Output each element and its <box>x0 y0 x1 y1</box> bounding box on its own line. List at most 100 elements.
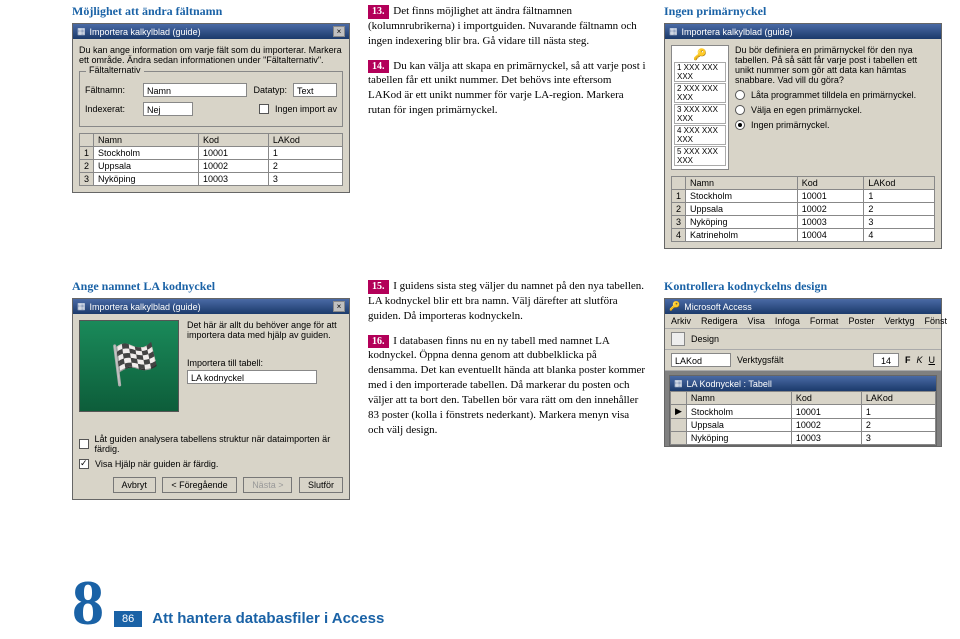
wizard-flag-image <box>79 320 179 412</box>
subwin-title: LA Kodnyckel : Tabell <box>687 379 772 389</box>
italic-icon[interactable]: K <box>916 355 922 365</box>
radio-auto-key-label: Låta programmet tilldela en primärnyckel… <box>751 90 916 100</box>
close-icon[interactable]: × <box>333 301 345 312</box>
checkbox-show-help[interactable] <box>79 459 89 469</box>
menu-verktyg[interactable]: Verktyg <box>884 316 914 326</box>
table-row: 4Katrineholm100044 <box>672 229 935 242</box>
heading-check-design: Kontrollera kodnyckelns design <box>664 279 942 294</box>
table-row[interactable]: Uppsala100022 <box>671 419 936 432</box>
group-label: Fältalternativ <box>86 65 144 75</box>
col-namn: Namn <box>686 392 791 405</box>
chapter-number: 8 <box>72 579 104 627</box>
menu-infoga[interactable]: Infoga <box>775 316 800 326</box>
radio-own-key-label: Välja en egen primärnyckel. <box>751 105 862 115</box>
label-datatyp: Datatyp: <box>253 85 287 95</box>
pk-description: Du bör definiera en primärnyckel för den… <box>735 45 935 85</box>
table-row: 1Stockholm100011 <box>80 147 343 160</box>
design-icon[interactable] <box>671 332 685 346</box>
final-intro: Det här är allt du behöver ange för att … <box>187 320 343 340</box>
label-verktygsfalt: Verktygsfält <box>737 355 784 365</box>
access-window: 🔑 Microsoft Access Arkiv Redigera Visa I… <box>664 298 942 447</box>
col-namn: Namn <box>94 134 199 147</box>
win-icon: ▦ <box>669 26 678 37</box>
key-illustration: 🔑 1 XXX XXX XXX 2 XXX XXX XXX 3 XXX XXX … <box>671 45 729 170</box>
col-lakod: LAKod <box>864 177 935 190</box>
win-title: Importera kalkylblad (guide) <box>90 302 201 312</box>
page-number: 86 <box>114 611 142 627</box>
menu-format[interactable]: Format <box>810 316 839 326</box>
col-namn: Namn <box>686 177 798 190</box>
radio-no-key[interactable] <box>735 120 745 130</box>
menu-visa[interactable]: Visa <box>748 316 765 326</box>
win-icon: ▦ <box>77 26 86 37</box>
access-title: Microsoft Access <box>684 302 752 312</box>
wizard-window-fieldnames: ▦ Importera kalkylblad (guide) × Du kan … <box>72 23 350 193</box>
step-13-tag: 13. <box>368 5 389 19</box>
col-lakod: LAKod <box>861 392 935 405</box>
wizard-window-primarykey: ▦ Importera kalkylblad (guide) 🔑 1 XXX X… <box>664 23 942 249</box>
label-analyze: Låt guiden analysera tabellens struktur … <box>95 434 343 454</box>
underline-icon[interactable]: U <box>929 355 936 365</box>
menu-arkiv[interactable]: Arkiv <box>671 316 691 326</box>
input-faltnamn[interactable]: Namn <box>143 83 247 97</box>
instruction-text: Du kan ange information om varje fält so… <box>79 45 343 65</box>
next-button[interactable]: Nästa > <box>243 477 292 493</box>
radio-own-key[interactable] <box>735 105 745 115</box>
col-kod: Kod <box>791 392 861 405</box>
bold-icon[interactable]: F <box>905 355 911 365</box>
table-row: 2Uppsala100022 <box>80 160 343 173</box>
cancel-button[interactable]: Avbryt <box>113 477 156 493</box>
step-14-tag: 14. <box>368 60 389 74</box>
input-indexerat[interactable]: Nej <box>143 102 193 116</box>
table-row: 3Nyköping100033 <box>80 173 343 186</box>
heading-name-la-kodnyckel: Ange namnet LA kodnyckel <box>72 279 350 294</box>
checkbox-analyze[interactable] <box>79 439 89 449</box>
heading-no-primary-key: Ingen primärnyckel <box>664 4 942 19</box>
access-icon: 🔑 <box>669 301 680 312</box>
win-title: Importera kalkylblad (guide) <box>90 27 201 37</box>
menu-fonster[interactable]: Fönst <box>924 316 947 326</box>
radio-auto-key[interactable] <box>735 90 745 100</box>
col-lakod: LAKod <box>268 134 342 147</box>
step-15-tag: 15. <box>368 280 389 294</box>
preview-table-pk: Namn Kod LAKod 1Stockholm100011 2Uppsala… <box>671 176 935 242</box>
table-row[interactable]: Nyköping100033 <box>671 432 936 445</box>
table-row[interactable]: ▶Stockholm100011 <box>671 405 936 419</box>
back-button[interactable]: < Föregående <box>162 477 236 493</box>
close-icon[interactable]: × <box>333 26 345 37</box>
label-indexerat: Indexerat: <box>85 104 137 114</box>
input-datatyp[interactable]: Text <box>293 83 337 97</box>
radio-no-key-label: Ingen primärnyckel. <box>751 120 830 130</box>
col-kod: Kod <box>198 134 268 147</box>
step-15-text: 15. I guidens sista steg väljer du namne… <box>368 279 646 324</box>
combo-table[interactable]: LAKod <box>671 353 731 367</box>
checkbox-no-import[interactable] <box>259 104 269 114</box>
heading-edit-fieldnames: Möjlighet att ändra fältnamn <box>72 4 350 19</box>
combo-size[interactable]: 14 <box>873 353 899 367</box>
chapter-title: Att hantera databasfiler i Access <box>152 610 384 627</box>
label-faltnamn: Fältnamn: <box>85 85 137 95</box>
menu-redigera[interactable]: Redigera <box>701 316 738 326</box>
menu-poster[interactable]: Poster <box>848 316 874 326</box>
win-title: Importera kalkylblad (guide) <box>682 27 793 37</box>
win-icon: ▦ <box>77 301 86 312</box>
design-label: Design <box>691 334 719 344</box>
preview-table: Namn Kod LAKod 1Stockholm100011 2Uppsala… <box>79 133 343 186</box>
table-row: 3Nyköping100033 <box>672 216 935 229</box>
label-no-import: Ingen import av <box>275 104 337 114</box>
label-show-help: Visa Hjälp när guiden är färdig. <box>95 459 218 469</box>
input-table-name[interactable]: LA kodnyckel <box>187 370 317 384</box>
table-icon: ▦ <box>674 378 683 389</box>
table-row: 2Uppsala100022 <box>672 203 935 216</box>
datasheet: Namn Kod LAKod ▶Stockholm100011 Uppsala1… <box>670 391 936 445</box>
menubar: Arkiv Redigera Visa Infoga Format Poster… <box>665 314 941 329</box>
col-kod: Kod <box>797 177 864 190</box>
key-icon: 🔑 <box>674 48 726 61</box>
wizard-window-final: ▦ Importera kalkylblad (guide) × Det här… <box>72 298 350 500</box>
step-16-text: 16. I databasen finns nu en ny tabell me… <box>368 334 646 438</box>
finish-button[interactable]: Slutför <box>299 477 343 493</box>
table-row: 1Stockholm100011 <box>672 190 935 203</box>
step-13-text: 13. Det finns möjlighet att ändra fältna… <box>368 4 646 49</box>
label-import-to: Importera till tabell: <box>187 358 343 368</box>
step-16-tag: 16. <box>368 335 389 349</box>
